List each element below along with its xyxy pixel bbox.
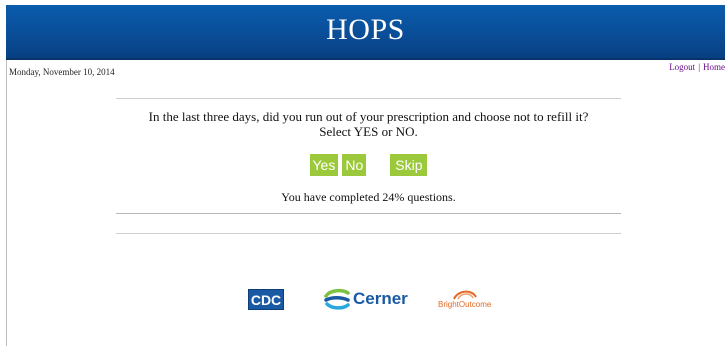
nav-separator: | xyxy=(698,62,700,72)
answer-buttons: Yes No Skip xyxy=(116,154,621,176)
cerner-wordmark: Cerner xyxy=(353,289,408,308)
app-header: HOPS xyxy=(6,5,725,60)
cdc-logo: CDC xyxy=(248,289,284,310)
home-link[interactable]: Home xyxy=(703,62,725,72)
question-text: In the last three days, did you run out … xyxy=(148,109,589,124)
current-date: Monday, November 10, 2014 xyxy=(9,67,115,77)
no-button[interactable]: No xyxy=(342,154,367,176)
yes-button[interactable]: Yes xyxy=(309,154,339,176)
brightoutcome-arc-icon xyxy=(453,290,477,300)
brightoutcome-logo: BrightOutcome xyxy=(438,288,508,314)
cerner-swoosh-icon xyxy=(324,288,350,310)
top-nav: Logout | Home xyxy=(669,62,725,72)
skip-button[interactable]: Skip xyxy=(390,154,428,176)
partner-logos: CDC Cerner BrightOutcome xyxy=(0,284,725,314)
question-prompt: In the last three days, did you run out … xyxy=(116,109,621,139)
divider-middle xyxy=(116,213,621,214)
brightoutcome-wordmark: BrightOutcome xyxy=(438,300,492,309)
question-instruction: Select YES or NO. xyxy=(319,124,418,139)
divider-bottom xyxy=(116,233,621,234)
app-title: HOPS xyxy=(326,13,405,46)
logout-link[interactable]: Logout xyxy=(669,62,695,72)
progress-text: You have completed 24% questions. xyxy=(281,190,456,204)
divider-top xyxy=(116,98,621,99)
